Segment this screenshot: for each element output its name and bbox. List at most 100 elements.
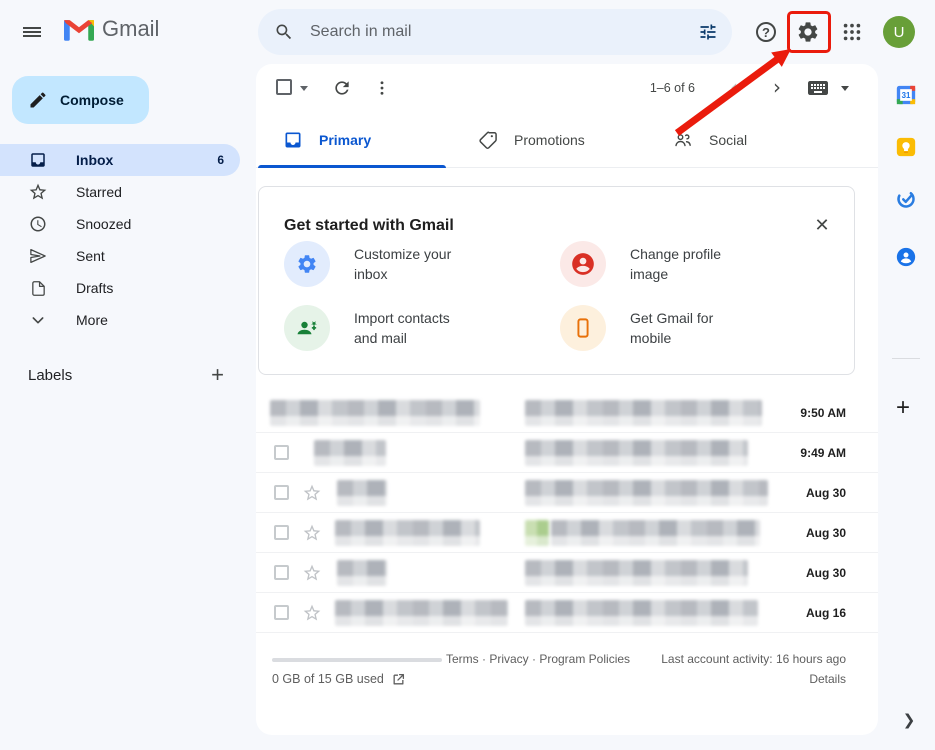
gear-icon — [284, 241, 330, 287]
settings-button[interactable] — [794, 18, 822, 46]
active-tab-underline — [258, 165, 446, 168]
gmail-logo[interactable]: Gmail — [64, 16, 159, 42]
search-input[interactable] — [308, 22, 698, 42]
email-date: 9:50 AM — [800, 406, 846, 420]
inbox-count-badge: 6 — [217, 153, 224, 167]
tab-social[interactable]: Social — [646, 112, 841, 168]
email-row[interactable]: 9:50 AM — [256, 393, 878, 433]
compose-button[interactable]: Compose — [12, 76, 149, 124]
primary-tab-icon — [283, 130, 303, 150]
gear-icon — [796, 20, 820, 44]
blurred-label-chip — [525, 520, 549, 546]
keep-icon[interactable] — [895, 136, 917, 158]
legal-links[interactable]: Terms · Privacy · Program Policies — [446, 652, 630, 666]
rail-divider — [892, 358, 920, 359]
tab-label: Promotions — [514, 132, 585, 148]
search-icon[interactable] — [274, 22, 294, 42]
draft-icon — [28, 278, 48, 298]
card-item-change-profile[interactable]: Change profile image — [560, 241, 750, 287]
blurred-sender — [337, 480, 387, 506]
chevron-right-icon[interactable]: › — [773, 75, 781, 99]
apps-grid-icon — [841, 21, 863, 43]
blurred-sender — [335, 600, 508, 626]
search-bar[interactable] — [258, 9, 732, 55]
card-item-import-contacts[interactable]: Import contacts and mail — [284, 305, 474, 351]
expand-side-panel-chevron[interactable]: ❯ — [899, 710, 919, 730]
star-icon[interactable] — [302, 563, 322, 583]
email-row[interactable]: Aug 30 — [256, 513, 878, 553]
sidebar-item-snoozed[interactable]: Snoozed — [0, 208, 240, 240]
email-date: Aug 30 — [806, 526, 846, 540]
sidebar-item-label: Sent — [76, 248, 105, 264]
email-checkbox[interactable] — [274, 445, 289, 460]
details-link[interactable]: Details — [809, 672, 846, 686]
card-item-customize-inbox[interactable]: Customize your inbox — [284, 241, 474, 287]
blurred-sender — [337, 560, 387, 586]
email-row[interactable]: Aug 16 — [256, 593, 878, 633]
email-checkbox[interactable] — [274, 525, 289, 540]
add-addon-button[interactable]: + — [896, 394, 910, 422]
more-options-button[interactable] — [370, 76, 394, 100]
sidebar-item-sent[interactable]: Sent — [0, 240, 240, 272]
labels-header: Labels — [28, 367, 72, 384]
email-date: Aug 30 — [806, 566, 846, 580]
blurred-subject — [525, 480, 768, 506]
email-checkbox[interactable] — [274, 485, 289, 500]
email-checkbox[interactable] — [274, 605, 289, 620]
help-button[interactable]: ? — [752, 18, 780, 46]
card-item-gmail-mobile[interactable]: Get Gmail for mobile — [560, 305, 750, 351]
create-label-button[interactable]: + — [211, 365, 224, 385]
select-all-checkbox[interactable] — [276, 79, 292, 95]
external-link-icon[interactable] — [392, 673, 405, 686]
storage-progress-bar — [272, 658, 442, 662]
refresh-icon — [332, 78, 352, 98]
tasks-icon[interactable] — [895, 188, 917, 210]
email-checkbox[interactable] — [274, 565, 289, 580]
input-tools-caret[interactable] — [841, 86, 849, 91]
sidebar-item-drafts[interactable]: Drafts — [0, 272, 240, 304]
star-icon[interactable] — [302, 523, 322, 543]
email-date: Aug 16 — [806, 606, 846, 620]
sidebar-item-more[interactable]: More — [0, 304, 240, 336]
phone-icon — [560, 305, 606, 351]
gmail-logo-text: Gmail — [102, 16, 159, 42]
sidebar-item-inbox[interactable]: Inbox 6 — [0, 144, 240, 176]
email-list: 9:50 AM 9:49 AM Aug 30 Aug 30 — [256, 393, 878, 633]
contacts-icon[interactable] — [895, 246, 917, 268]
close-icon[interactable]: ✕ — [808, 211, 836, 239]
email-row[interactable]: Aug 30 — [256, 553, 878, 593]
sidebar-item-label: Starred — [76, 184, 122, 200]
calendar-icon[interactable]: 31 — [895, 84, 917, 106]
card-item-label: Get Gmail for mobile — [630, 308, 750, 348]
email-row[interactable]: Aug 30 — [256, 473, 878, 513]
three-dots-icon — [373, 79, 391, 97]
sidebar-item-starred[interactable]: Starred — [0, 176, 240, 208]
tab-promotions[interactable]: Promotions — [451, 112, 646, 168]
blurred-subject — [551, 520, 760, 546]
star-icon[interactable] — [302, 483, 322, 503]
list-toolbar: 1–6 of 6 ‹ › — [256, 64, 878, 112]
blurred-sender — [270, 400, 480, 426]
tab-primary[interactable]: Primary — [256, 112, 448, 168]
chevron-left-icon[interactable]: ‹ — [730, 75, 738, 99]
refresh-button[interactable] — [330, 76, 354, 100]
mail-panel: 1–6 of 6 ‹ › Primary Promotions Social G… — [256, 64, 878, 735]
sidebar-item-label: Snoozed — [76, 216, 131, 232]
account-avatar[interactable]: U — [883, 16, 915, 48]
hamburger-menu-icon[interactable] — [14, 14, 50, 50]
storage-label: 0 GB of 15 GB used — [272, 672, 384, 686]
star-icon[interactable] — [302, 603, 322, 623]
left-sidebar: Compose Inbox 6 Starred Snoozed Sent — [0, 64, 256, 750]
search-options-icon[interactable] — [698, 22, 718, 42]
input-tools-button[interactable] — [806, 76, 830, 100]
blurred-subject — [525, 400, 762, 426]
apps-grid-button[interactable] — [838, 18, 866, 46]
email-row[interactable]: 9:49 AM — [256, 433, 878, 473]
email-date: 9:49 AM — [800, 446, 846, 460]
blurred-subject — [525, 560, 748, 586]
category-tabs: Primary Promotions Social — [256, 112, 878, 168]
select-dropdown-caret[interactable] — [300, 86, 308, 91]
blurred-subject — [525, 600, 758, 626]
keyboard-icon — [806, 76, 830, 100]
svg-text:31: 31 — [902, 91, 911, 100]
